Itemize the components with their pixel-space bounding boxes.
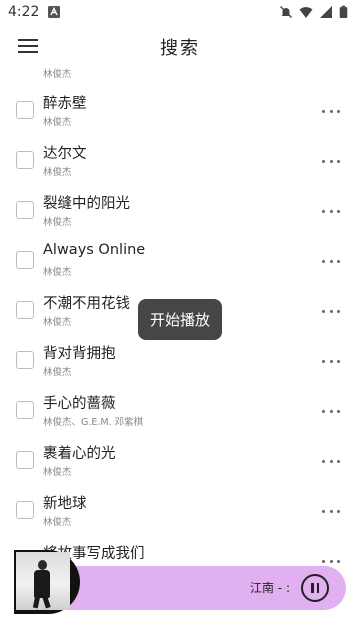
more-options-icon[interactable] [322,456,340,466]
status-time: 4:22 [8,4,40,20]
pause-icon [311,583,314,593]
select-checkbox[interactable] [16,101,34,119]
status-bar: 4:22 [0,0,360,24]
song-title: 背对背拥抱 [43,346,116,362]
select-checkbox[interactable] [16,501,34,519]
select-checkbox[interactable] [16,251,34,269]
song-row[interactable]: 裹着心的光 林俊杰 [0,436,360,486]
pause-button[interactable] [301,574,329,602]
album-art-figure-leg [42,595,51,609]
song-title: 新地球 [43,496,87,512]
notification-app-icon [48,6,61,18]
more-options-icon[interactable] [322,256,340,266]
song-row[interactable]: 手心的蔷薇 林俊杰、G.E.M. 邓紫棋 [0,386,360,436]
notifications-off-icon [280,6,292,18]
song-title: 不潮不用花钱 [43,296,130,312]
song-title: 达尔文 [43,146,87,162]
select-checkbox[interactable] [16,451,34,469]
select-checkbox[interactable] [16,201,34,219]
song-row[interactable]: 新地球 林俊杰 [0,486,360,536]
wifi-icon [299,7,313,18]
battery-icon [339,5,348,18]
more-options-icon[interactable] [322,406,340,416]
select-checkbox[interactable] [16,151,34,169]
album-art[interactable] [16,552,70,610]
album-art-figure-body [34,570,50,598]
page-title: 搜索 [160,38,200,59]
song-artist: 林俊杰 [43,367,72,378]
select-checkbox[interactable] [16,351,34,369]
song-artist: 林俊杰 [43,467,72,478]
more-options-icon[interactable] [322,306,340,316]
song-row[interactable]: 醉赤壁 林俊杰 [0,86,360,136]
song-title: 裂缝中的阳光 [43,196,130,212]
song-artist: 林俊杰 [43,167,72,178]
signal-icon [320,6,332,18]
now-playing-title[interactable]: 江南 - : [250,579,290,596]
song-artist: 林俊杰 [43,517,72,528]
song-artist: 林俊杰 [43,317,72,328]
app-header: 搜索 [0,24,360,68]
song-title: 手心的蔷薇 [43,396,116,412]
more-options-icon[interactable] [322,556,340,566]
more-options-icon[interactable] [322,106,340,116]
song-row[interactable]: 达尔文 林俊杰 [0,136,360,186]
song-title: 醉赤壁 [43,96,87,112]
song-artist: 林俊杰 [43,117,72,128]
pause-icon-bar [316,583,319,593]
toast-message: 开始播放 [138,299,222,340]
more-options-icon[interactable] [322,506,340,516]
song-artist: 林俊杰 [43,217,72,228]
song-row[interactable]: Always Online 林俊杰 [0,236,360,286]
select-checkbox[interactable] [16,301,34,319]
song-title: Always Online [43,242,146,258]
select-checkbox[interactable] [16,401,34,419]
song-artist: 林俊杰、G.E.M. 邓紫棋 [43,417,144,428]
song-artist: 林俊杰 [43,267,72,278]
album-art-figure-leg [32,595,41,609]
more-options-icon[interactable] [322,156,340,166]
more-options-icon[interactable] [322,206,340,216]
song-row[interactable]: 裂缝中的阳光 林俊杰 [0,186,360,236]
song-row[interactable]: 背对背拥抱 林俊杰 [0,336,360,386]
song-title: 裹着心的光 [43,446,116,462]
album-art-figure [38,560,47,570]
more-options-icon[interactable] [322,356,340,366]
